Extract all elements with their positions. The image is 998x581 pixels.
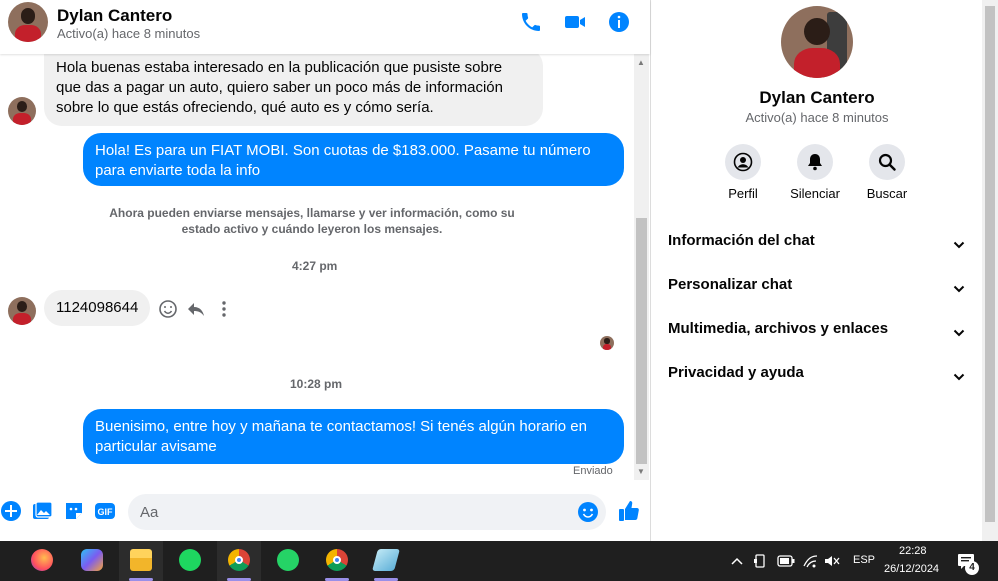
search-button[interactable]: Buscar	[847, 144, 927, 201]
notification-count: 4	[965, 561, 979, 575]
system-notice: Ahora pueden enviarse mensajes, llamarse…	[109, 206, 515, 236]
sender-avatar[interactable]	[8, 297, 36, 325]
taskbar-spotify[interactable]	[168, 541, 212, 581]
section-chat-info[interactable]: Información del chat	[668, 232, 968, 264]
svg-text:GIF: GIF	[98, 507, 114, 517]
taskbar-chrome-profile[interactable]	[315, 541, 359, 581]
contact-name[interactable]: Dylan Cantero	[57, 6, 172, 26]
read-receipt-avatar	[600, 336, 614, 350]
contact-status: Activo(a) hace 8 minutos	[57, 26, 201, 41]
more-options-icon[interactable]	[214, 299, 234, 319]
chevron-down-icon	[953, 285, 965, 293]
chevron-down-icon	[953, 241, 965, 249]
message-timestamp: 10:28 pm	[290, 377, 343, 391]
message-input-box	[128, 494, 606, 530]
scroll-up-arrow[interactable]: ▲	[637, 58, 645, 67]
taskbar-copilot[interactable]	[70, 541, 114, 581]
section-media-files[interactable]: Multimedia, archivos y enlaces	[668, 320, 968, 352]
taskbar-chrome[interactable]	[217, 541, 261, 581]
clock-time[interactable]: 22:28	[899, 545, 927, 557]
video-call-icon[interactable]	[563, 10, 587, 34]
scroll-thumb[interactable]	[636, 218, 647, 464]
emoji-icon[interactable]	[577, 501, 599, 523]
panel-contact-status: Activo(a) hace 8 minutos	[745, 110, 889, 125]
copilot-icon	[81, 549, 103, 571]
panel-scrollbar[interactable]	[982, 0, 998, 541]
volume-muted-icon[interactable]	[824, 553, 840, 569]
wifi-icon[interactable]	[802, 553, 818, 569]
spotify-icon	[179, 549, 201, 571]
chat-scrollbar[interactable]: ▲ ▼	[634, 54, 649, 480]
taskbar-whatsapp[interactable]	[266, 541, 310, 581]
panel-contact-name: Dylan Cantero	[759, 88, 875, 107]
taskbar-notes[interactable]	[364, 541, 408, 581]
sender-avatar[interactable]	[8, 97, 36, 125]
incoming-message[interactable]: 1124098644	[44, 290, 151, 326]
battery-icon[interactable]	[777, 555, 795, 567]
search-label: Buscar	[866, 186, 908, 201]
react-emoji-icon[interactable]	[158, 299, 178, 319]
mute-button[interactable]: Silenciar	[775, 144, 855, 201]
section-privacy-help[interactable]: Privacidad y ayuda	[668, 364, 968, 396]
contact-avatar[interactable]	[8, 2, 48, 42]
phone-icon[interactable]	[519, 10, 543, 34]
notes-icon	[372, 549, 400, 571]
add-icon[interactable]	[0, 500, 22, 522]
sent-status: Enviado	[573, 465, 613, 477]
profile-label: Perfil	[728, 186, 758, 201]
message-timestamp: 4:27 pm	[292, 259, 338, 273]
gif-icon[interactable]: GIF	[94, 500, 116, 522]
sticker-icon[interactable]	[63, 500, 85, 522]
incoming-message[interactable]: Hola buenas estaba interesado en la publ…	[44, 48, 543, 126]
file-explorer-icon	[130, 549, 152, 571]
taskbar-firefox[interactable]	[20, 541, 64, 581]
chevron-down-icon	[953, 373, 965, 381]
chat-info-panel: Dylan Cantero Activo(a) hace 8 minutos P…	[652, 0, 982, 541]
info-icon[interactable]	[607, 10, 631, 34]
chat-column: Dylan Cantero Activo(a) hace 8 minutos ▲…	[0, 0, 651, 541]
section-label: Multimedia, archivos y enlaces	[668, 320, 889, 337]
message-input[interactable]	[140, 494, 570, 530]
clock-date[interactable]: 26/12/2024	[884, 563, 939, 575]
outgoing-message[interactable]: Buenisimo, entre hoy y mañana te contact…	[83, 409, 624, 464]
chat-header: Dylan Cantero Activo(a) hace 8 minutos	[0, 0, 650, 54]
mute-label: Silenciar	[790, 186, 840, 201]
photo-icon[interactable]	[31, 500, 53, 522]
message-composer: GIF	[0, 486, 650, 541]
taskbar-file-explorer[interactable]	[119, 541, 163, 581]
section-customize-chat[interactable]: Personalizar chat	[668, 276, 968, 308]
language-indicator[interactable]: ESP	[853, 554, 875, 566]
profile-button[interactable]: Perfil	[703, 144, 783, 201]
profile-icon	[733, 152, 753, 172]
panel-avatar[interactable]	[781, 6, 853, 78]
firefox-icon	[31, 549, 53, 571]
messenger-window: Dylan Cantero Activo(a) hace 8 minutos ▲…	[0, 0, 998, 541]
panel-scroll-thumb[interactable]	[985, 6, 995, 522]
chevron-down-icon	[953, 329, 965, 337]
bell-icon	[808, 154, 822, 171]
scroll-down-arrow[interactable]: ▼	[637, 467, 645, 476]
section-label: Privacidad y ayuda	[668, 364, 804, 381]
outgoing-message[interactable]: Hola! Es para un FIAT MOBI. Son cuotas d…	[83, 133, 624, 186]
section-label: Personalizar chat	[668, 276, 793, 293]
chevron-up-icon[interactable]	[730, 555, 744, 567]
search-icon	[878, 153, 896, 171]
section-label: Información del chat	[668, 232, 815, 249]
reply-icon[interactable]	[186, 299, 206, 319]
whatsapp-icon	[277, 549, 299, 571]
device-icon[interactable]	[753, 553, 767, 569]
like-icon[interactable]	[617, 499, 641, 523]
taskbar: ESP 22:28 26/12/2024 4	[0, 541, 998, 581]
